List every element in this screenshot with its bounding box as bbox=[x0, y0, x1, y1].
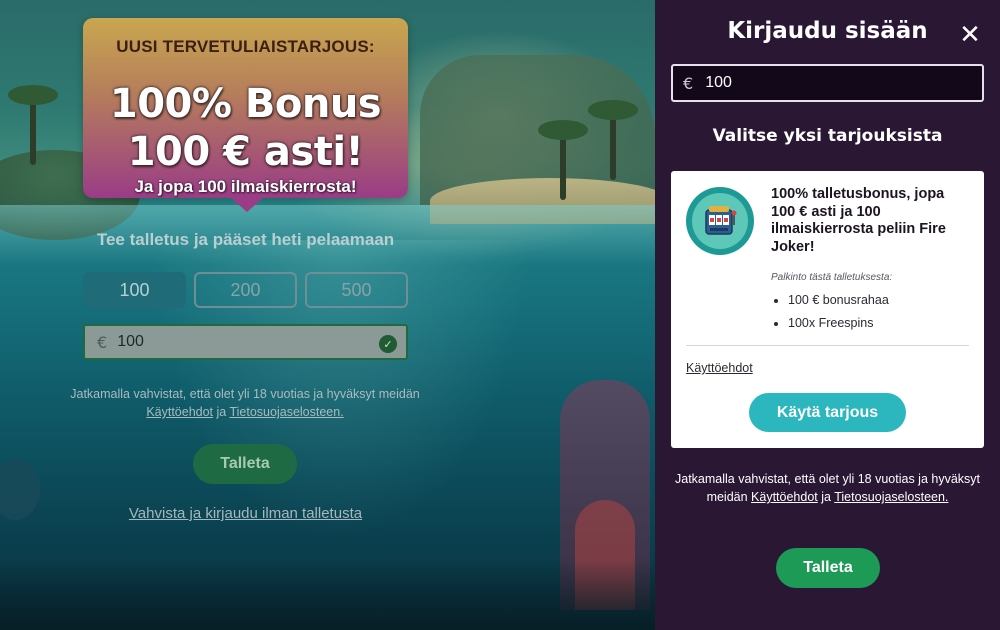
use-offer-button[interactable]: Käytä tarjous bbox=[749, 393, 906, 432]
deposit-amount-value: 100 bbox=[117, 333, 144, 350]
list-item: 100x Freespins bbox=[788, 314, 889, 337]
amount-option-200[interactable]: 200 bbox=[194, 272, 297, 308]
close-icon[interactable]: ✕ bbox=[957, 22, 983, 48]
promo-headline: 100% Bonus bbox=[109, 81, 382, 127]
privacy-link[interactable]: Tietosuojaselosteen. bbox=[229, 405, 343, 419]
consent-text: Jatkamalla vahvistat, että olet yli 18 v… bbox=[70, 385, 420, 421]
panel-amount-input[interactable]: € 100 bbox=[671, 64, 984, 102]
offer-card[interactable]: 100% talletusbonus, jopa 100 € asti ja 1… bbox=[671, 171, 984, 448]
palm-tree bbox=[8, 85, 58, 165]
offers-title: Valitse yksi tarjouksista bbox=[712, 126, 943, 146]
offer-headline: 100% talletusbonus, jopa 100 € asti ja 1… bbox=[771, 186, 946, 255]
panel-title: Kirjaudu sisään bbox=[727, 18, 928, 44]
amount-option-100[interactable]: 100 bbox=[83, 272, 186, 308]
euro-icon: € bbox=[683, 73, 694, 93]
offer-terms-link[interactable]: Käyttöehdot bbox=[686, 361, 753, 375]
consent-and: ja bbox=[817, 490, 835, 504]
list-item: 100 € bonusrahaa bbox=[788, 291, 889, 314]
deposit-button[interactable]: Talleta bbox=[193, 444, 297, 484]
seafloor bbox=[0, 560, 655, 630]
slot-machine-icon bbox=[686, 187, 754, 255]
terms-link[interactable]: Käyttöehdot bbox=[146, 405, 213, 419]
check-icon: ✓ bbox=[379, 335, 397, 353]
promo-subline: Ja jopa 100 ilmaiskierrosta! bbox=[134, 177, 357, 196]
privacy-link[interactable]: Tietosuojaselosteen. bbox=[834, 490, 948, 504]
deposit-button[interactable]: Talleta bbox=[776, 548, 880, 588]
promo-kicker: UUSI TERVETULIAISTARJOUS: bbox=[116, 37, 375, 56]
reward-label: Palkinto tästä talletuksesta: bbox=[771, 272, 893, 283]
palm-tree bbox=[538, 120, 588, 200]
skip-deposit-link[interactable]: Vahvista ja kirjaudu ilman talletusta bbox=[83, 505, 408, 522]
consent-and: ja bbox=[213, 405, 230, 419]
promo-headline: 100 € asti! bbox=[127, 129, 364, 175]
login-panel: Kirjaudu sisään ✕ € 100 Valitse yksi tar… bbox=[655, 0, 1000, 630]
terms-link[interactable]: Käyttöehdot bbox=[751, 490, 818, 504]
sea-creature bbox=[0, 460, 40, 520]
deposit-amount-field[interactable]: € 100 ✓ bbox=[83, 324, 408, 360]
divider bbox=[686, 345, 969, 346]
reward-list: 100 € bonusrahaa 100x Freespins bbox=[788, 291, 889, 337]
amount-option-500[interactable]: 500 bbox=[305, 272, 408, 308]
euro-icon: € bbox=[97, 332, 108, 352]
consent-prefix: Jatkamalla vahvistat, että olet yli 18 v… bbox=[70, 387, 420, 401]
panel-amount-value: 100 bbox=[705, 74, 732, 91]
deposit-title: Tee talletus ja pääset heti pelaamaan bbox=[96, 230, 395, 249]
consent-text: Jatkamalla vahvistat, että olet yli 18 v… bbox=[675, 470, 980, 506]
palm-tree bbox=[588, 100, 638, 180]
promo-bubble: UUSI TERVETULIAISTARJOUS: 100% Bonus 100… bbox=[83, 18, 408, 212]
